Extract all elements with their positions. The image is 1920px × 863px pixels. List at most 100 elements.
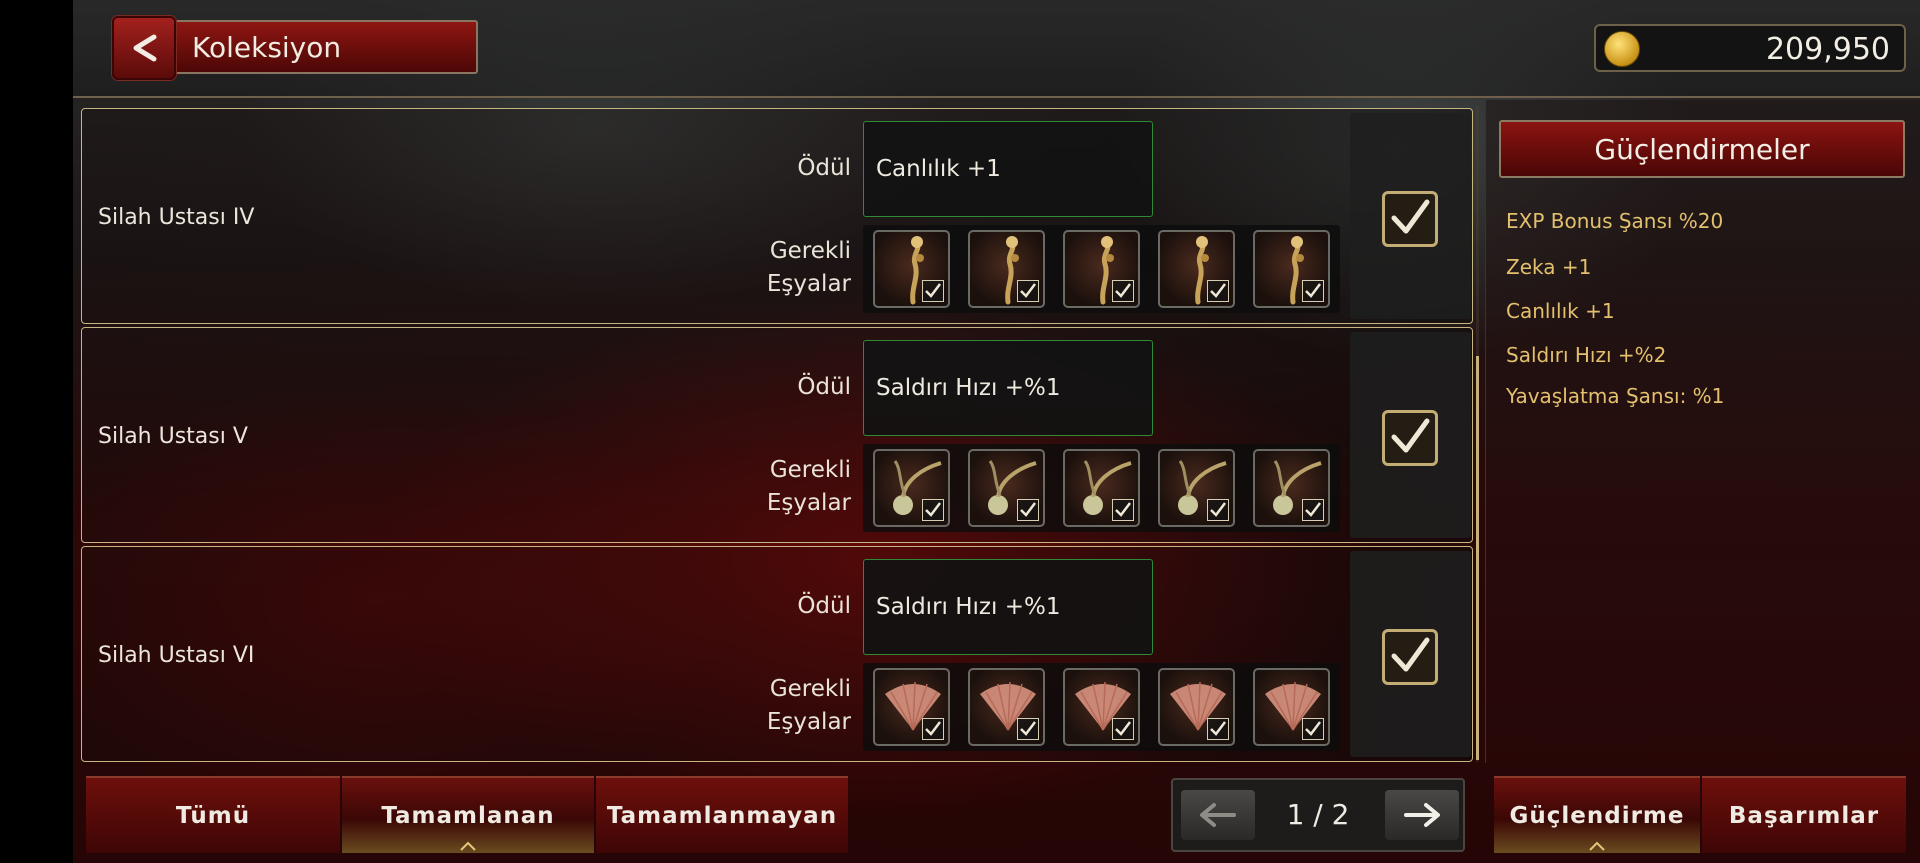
wand-item-slot[interactable] bbox=[1158, 449, 1235, 527]
tab-completed-label: Tamamlanan bbox=[381, 802, 555, 829]
checkmark-icon bbox=[1305, 721, 1321, 736]
required-label-line1: Gerekli bbox=[769, 238, 851, 264]
tab-achievements-label: Başarımlar bbox=[1728, 802, 1880, 829]
checkmark-icon bbox=[1020, 283, 1036, 298]
back-button[interactable] bbox=[112, 16, 176, 80]
checkmark-icon bbox=[925, 283, 941, 298]
required-items bbox=[863, 444, 1340, 532]
completed-checkbox bbox=[1382, 191, 1438, 247]
tab-incomplete-label: Tamamlanmayan bbox=[606, 802, 838, 829]
right-arrow-icon bbox=[1404, 803, 1440, 827]
item-collected-checkbox bbox=[1112, 499, 1134, 521]
fan-item-slot[interactable] bbox=[968, 668, 1045, 746]
buff-panel-title: Güçlendirmeler bbox=[1499, 120, 1905, 178]
active-tab-caret-icon bbox=[460, 841, 476, 851]
fan-item-slot[interactable] bbox=[1063, 668, 1140, 746]
item-collected-checkbox bbox=[1302, 280, 1324, 302]
gold-counter: 209,950 bbox=[1594, 24, 1906, 72]
required-label-line1: Gerekli bbox=[769, 676, 851, 702]
item-collected-checkbox bbox=[1017, 499, 1039, 521]
completed-checkbox bbox=[1382, 629, 1438, 685]
buff-panel-title-text: Güçlendirmeler bbox=[1594, 132, 1810, 166]
required-label-line2: Eşyalar bbox=[766, 709, 851, 735]
checkmark-icon bbox=[1115, 721, 1131, 736]
wand-item-slot[interactable] bbox=[873, 449, 950, 527]
collection-row: Silah Ustası V Ödül Gerekli Eşyalar Sald… bbox=[81, 327, 1473, 543]
title-plate: Koleksiyon bbox=[172, 20, 478, 74]
staff-item-slot[interactable] bbox=[1063, 230, 1140, 308]
required-items bbox=[863, 225, 1340, 313]
completed-checkbox bbox=[1382, 410, 1438, 466]
required-items-label: Gerekli Eşyalar bbox=[767, 673, 851, 739]
item-collected-checkbox bbox=[1207, 280, 1229, 302]
checkmark-icon bbox=[1020, 721, 1036, 736]
list-scrollbar-thumb[interactable] bbox=[1476, 356, 1479, 760]
checkmark-icon bbox=[925, 721, 941, 736]
buff-panel bbox=[1485, 100, 1920, 763]
page-title: Koleksiyon bbox=[192, 30, 342, 64]
checkmark-icon bbox=[1305, 502, 1321, 517]
reward-box: Saldırı Hızı +%1 bbox=[863, 340, 1153, 436]
pager: 1 / 2 bbox=[1171, 778, 1465, 852]
tab-all[interactable]: Tümü bbox=[86, 776, 340, 853]
item-collected-checkbox bbox=[922, 718, 944, 740]
item-collected-checkbox bbox=[922, 280, 944, 302]
required-items-label: Gerekli Eşyalar bbox=[767, 235, 851, 301]
checkmark-icon bbox=[1305, 283, 1321, 298]
tab-incomplete[interactable]: Tamamlanmayan bbox=[596, 776, 848, 853]
tab-buffs-label: Güçlendirme bbox=[1509, 802, 1685, 829]
tab-achievements[interactable]: Başarımlar bbox=[1702, 776, 1906, 853]
completion-panel bbox=[1350, 332, 1471, 538]
checkmark-icon bbox=[1391, 418, 1430, 453]
required-label-line2: Eşyalar bbox=[766, 490, 851, 516]
buff-item: Canlılık +1 bbox=[1506, 299, 1615, 323]
reward-value: Saldırı Hızı +%1 bbox=[876, 375, 1061, 401]
reward-box: Saldırı Hızı +%1 bbox=[863, 559, 1153, 655]
item-collected-checkbox bbox=[1302, 499, 1324, 521]
fan-item-slot[interactable] bbox=[873, 668, 950, 746]
fan-item-slot[interactable] bbox=[1253, 668, 1330, 746]
staff-item-slot[interactable] bbox=[968, 230, 1045, 308]
wand-item-slot[interactable] bbox=[1253, 449, 1330, 527]
item-collected-checkbox bbox=[1207, 718, 1229, 740]
tab-buffs[interactable]: Güçlendirme bbox=[1494, 776, 1700, 853]
checkmark-icon bbox=[1020, 502, 1036, 517]
required-items bbox=[863, 663, 1340, 751]
checkmark-icon bbox=[1210, 502, 1226, 517]
item-collected-checkbox bbox=[1207, 499, 1229, 521]
collection-name: Silah Ustası IV bbox=[98, 205, 255, 230]
tab-all-label: Tümü bbox=[175, 802, 251, 829]
reward-label: Ödül bbox=[797, 593, 851, 619]
checkmark-icon bbox=[1210, 721, 1226, 736]
reward-box: Canlılık +1 bbox=[863, 121, 1153, 217]
gold-coin-icon bbox=[1604, 31, 1640, 67]
staff-item-slot[interactable] bbox=[1253, 230, 1330, 308]
staff-item-slot[interactable] bbox=[1158, 230, 1235, 308]
reward-value: Canlılık +1 bbox=[876, 156, 1001, 182]
next-page-button[interactable] bbox=[1385, 790, 1459, 840]
collection-name: Silah Ustası V bbox=[98, 424, 248, 449]
item-collected-checkbox bbox=[1112, 280, 1134, 302]
active-tab-caret-icon bbox=[1589, 841, 1605, 851]
fan-item-slot[interactable] bbox=[1158, 668, 1235, 746]
collection-row: Silah Ustası IV Ödül Gerekli Eşyalar Can… bbox=[81, 108, 1473, 324]
completion-panel bbox=[1350, 113, 1471, 319]
checkmark-icon bbox=[1391, 199, 1430, 234]
item-collected-checkbox bbox=[922, 499, 944, 521]
back-arrow-icon bbox=[133, 34, 157, 62]
checkmark-icon bbox=[1210, 283, 1226, 298]
wand-item-slot[interactable] bbox=[1063, 449, 1140, 527]
wand-item-slot[interactable] bbox=[968, 449, 1045, 527]
tab-completed[interactable]: Tamamlanan bbox=[342, 776, 594, 853]
staff-item-slot[interactable] bbox=[873, 230, 950, 308]
required-label-line2: Eşyalar bbox=[766, 271, 851, 297]
buff-item: Saldırı Hızı +%2 bbox=[1506, 343, 1667, 367]
buff-item: EXP Bonus Şansı %20 bbox=[1506, 209, 1724, 233]
checkmark-icon bbox=[1115, 502, 1131, 517]
gold-amount: 209,950 bbox=[1765, 32, 1890, 67]
item-collected-checkbox bbox=[1112, 718, 1134, 740]
item-collected-checkbox bbox=[1302, 718, 1324, 740]
checkmark-icon bbox=[925, 502, 941, 517]
checkmark-icon bbox=[1391, 637, 1430, 672]
item-collected-checkbox bbox=[1017, 280, 1039, 302]
